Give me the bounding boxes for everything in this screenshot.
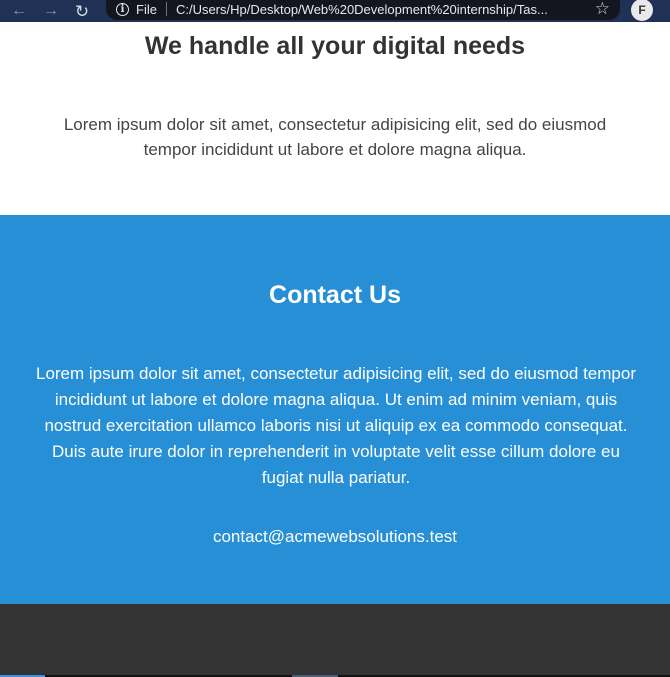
address-divider <box>165 2 167 16</box>
page-footer <box>0 604 670 677</box>
url-text[interactable]: C:/Users/Hp/Desktop/Web%20Development%20… <box>176 2 576 17</box>
services-text: Lorem ipsum dolor sit amet, consectetur … <box>63 115 607 159</box>
reload-icon[interactable]: ↻ <box>72 1 92 21</box>
back-arrow-icon[interactable]: ← <box>9 1 29 21</box>
info-icon[interactable]: i <box>116 2 129 16</box>
contact-heading: Contact Us <box>269 281 401 309</box>
bookmark-star-icon[interactable]: ☆ <box>595 0 610 19</box>
contact-email: contact@acmewebsolutions.test <box>212 527 458 546</box>
profile-avatar[interactable]: F <box>631 0 653 21</box>
services-section: We handle all your digital needs Lorem i… <box>0 22 670 215</box>
contact-section: Contact Us Lorem ipsum dolor sit amet, c… <box>0 215 670 604</box>
address-bar[interactable]: i File C:/Users/Hp/Desktop/Web%20Develop… <box>106 0 620 20</box>
browser-toolbar: ← → ↻ i File C:/Users/Hp/Desktop/Web%20D… <box>0 0 670 22</box>
forward-arrow-icon[interactable]: → <box>41 1 61 21</box>
services-heading: We handle all your digital needs <box>144 32 526 60</box>
file-scheme-label: File <box>136 1 157 17</box>
contact-text: Lorem ipsum dolor sit amet, consectetur … <box>35 364 636 487</box>
